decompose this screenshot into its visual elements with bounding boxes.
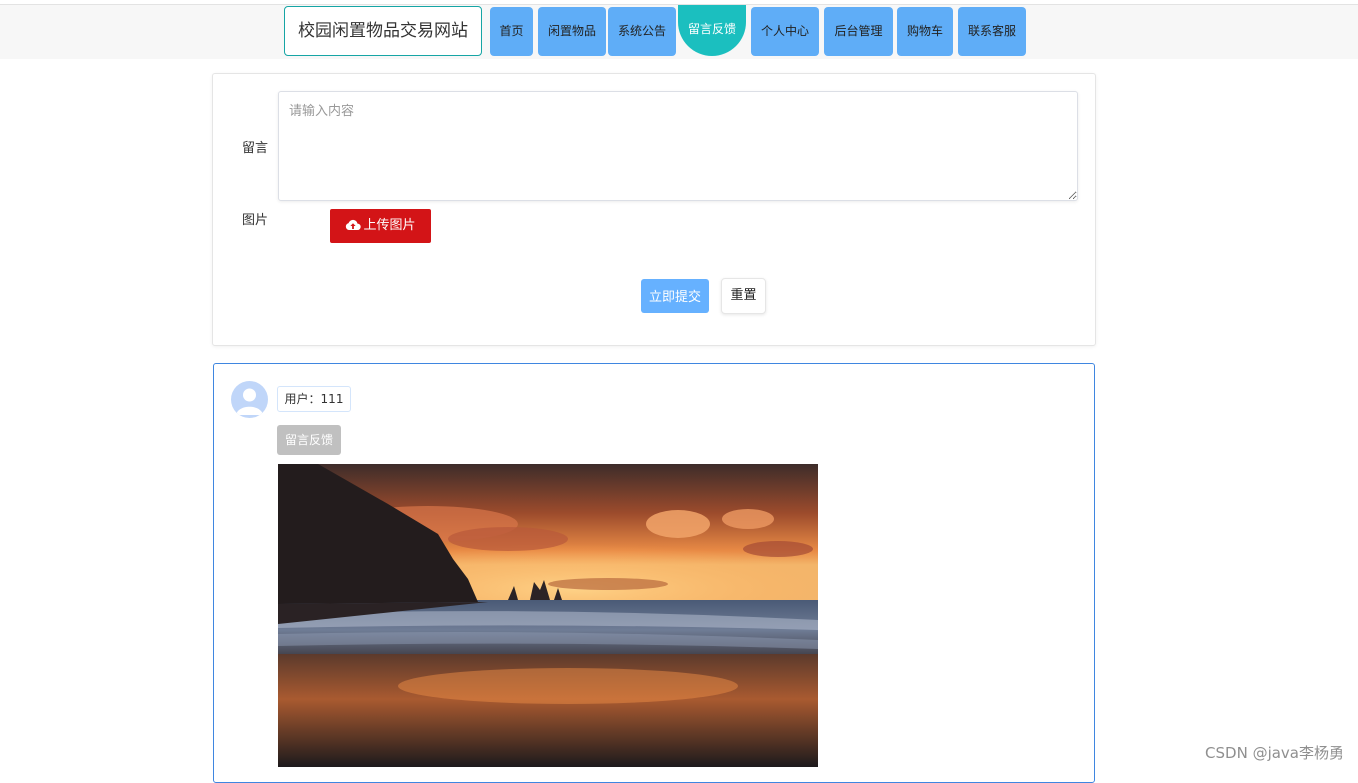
user-avatar-icon bbox=[236, 388, 263, 415]
upload-image-button[interactable]: 上传图片 bbox=[330, 209, 431, 243]
upload-image-label: 上传图片 bbox=[363, 218, 416, 233]
cloud-upload-icon bbox=[345, 211, 362, 245]
nav-home[interactable]: 首页 bbox=[490, 7, 533, 56]
message-label: 留言 bbox=[242, 141, 269, 156]
feedback-image bbox=[278, 464, 818, 767]
user-tag: 用户：111 bbox=[277, 386, 351, 412]
nav-customer-service[interactable]: 联系客服 bbox=[958, 7, 1026, 56]
nav-announcements[interactable]: 系统公告 bbox=[608, 7, 676, 56]
nav-admin[interactable]: 后台管理 bbox=[824, 7, 893, 56]
nav-idle-items[interactable]: 闲置物品 bbox=[538, 7, 606, 56]
nav-personal-center[interactable]: 个人中心 bbox=[751, 7, 819, 56]
image-label: 图片 bbox=[242, 213, 269, 228]
watermark: CSDN @java李杨勇 bbox=[1205, 744, 1344, 762]
reset-button[interactable]: 重置 bbox=[721, 278, 766, 314]
avatar bbox=[231, 381, 268, 418]
site-title: 校园闲置物品交易网站 bbox=[284, 6, 482, 56]
nav-cart[interactable]: 购物车 bbox=[897, 7, 953, 56]
submit-button[interactable]: 立即提交 bbox=[641, 279, 709, 313]
feedback-type-tag: 留言反馈 bbox=[277, 425, 341, 455]
message-input[interactable] bbox=[278, 91, 1078, 201]
